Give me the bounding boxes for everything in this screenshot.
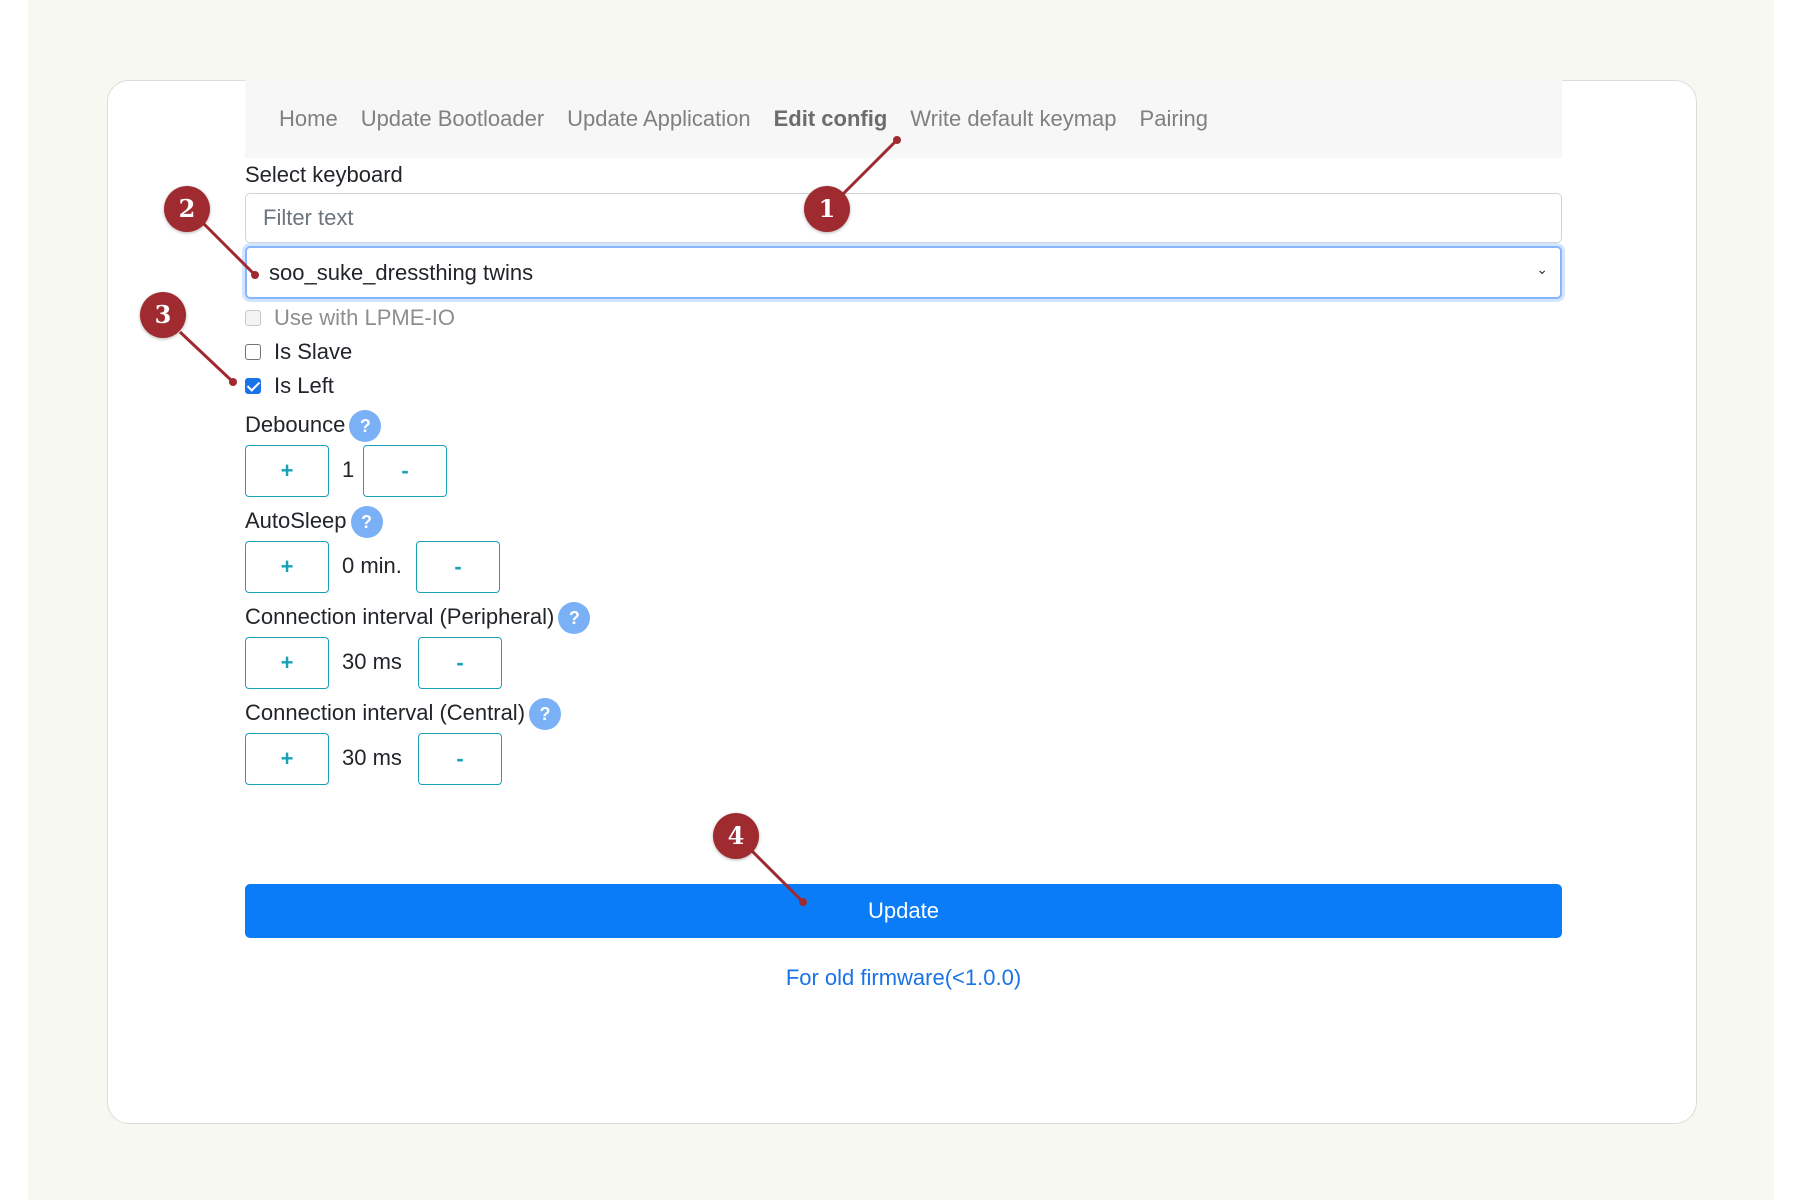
peripheral-interval-setting: Connection interval (Peripheral)? xyxy=(245,602,591,634)
annotation-badge-4: 4 xyxy=(713,813,759,859)
central-help-icon[interactable]: ? xyxy=(529,698,562,730)
slave-label: Is Slave xyxy=(274,339,353,364)
debounce-minus-button[interactable]: - xyxy=(363,445,447,497)
filter-input[interactable] xyxy=(245,193,1562,243)
slave-option[interactable]: Is Slave xyxy=(245,339,352,365)
debounce-setting: Debounce? xyxy=(245,410,382,442)
nav-home[interactable]: Home xyxy=(279,106,338,132)
old-firmware-link[interactable]: For old firmware(<1.0.0) xyxy=(0,965,1800,991)
central-value: 30 ms xyxy=(342,745,402,770)
nav-write-default-keymap[interactable]: Write default keymap xyxy=(910,106,1116,132)
left-label: Is Left xyxy=(274,373,334,398)
left-option[interactable]: Is Left xyxy=(245,373,334,399)
nav-pairing[interactable]: Pairing xyxy=(1140,106,1208,132)
annotation-badge-3: 3 xyxy=(140,292,186,338)
peripheral-help-icon[interactable]: ? xyxy=(558,602,591,634)
autosleep-label: AutoSleep xyxy=(245,507,347,533)
autosleep-value: 0 min. xyxy=(342,553,402,578)
nav-update-application[interactable]: Update Application xyxy=(567,106,750,132)
central-interval-label: Connection interval (Central) xyxy=(245,699,526,725)
keyboard-select-value: soo_suke_dressthing twins xyxy=(269,259,534,285)
lpme-label: Use with LPME-IO xyxy=(274,305,455,330)
lpme-option: Use with LPME-IO xyxy=(245,305,455,331)
peripheral-interval-label: Connection interval (Peripheral) xyxy=(245,603,555,629)
annotation-badge-1: 1 xyxy=(804,186,850,232)
central-plus-button[interactable]: + xyxy=(245,733,329,785)
central-interval-setting: Connection interval (Central)? xyxy=(245,698,562,730)
select-keyboard-label: Select keyboard xyxy=(245,162,403,187)
lpme-checkbox xyxy=(245,310,261,326)
peripheral-plus-button[interactable]: + xyxy=(245,637,329,689)
slave-checkbox[interactable] xyxy=(245,344,261,360)
chevron-down-icon: ⌄ xyxy=(1536,261,1548,277)
debounce-label: Debounce xyxy=(245,411,346,437)
autosleep-help-icon[interactable]: ? xyxy=(350,506,383,538)
update-button[interactable]: Update xyxy=(245,884,1562,938)
top-nav: Home Update Bootloader Update Applicatio… xyxy=(245,80,1562,158)
debounce-help-icon[interactable]: ? xyxy=(349,410,382,442)
autosleep-plus-button[interactable]: + xyxy=(245,541,329,593)
nav-update-bootloader[interactable]: Update Bootloader xyxy=(361,106,544,132)
keyboard-select[interactable]: soo_suke_dressthing twins ⌄ xyxy=(245,246,1562,299)
debounce-plus-button[interactable]: + xyxy=(245,445,329,497)
central-minus-button[interactable]: - xyxy=(418,733,502,785)
peripheral-minus-button[interactable]: - xyxy=(418,637,502,689)
debounce-value: 1 xyxy=(342,457,355,482)
autosleep-setting: AutoSleep? xyxy=(245,506,383,538)
peripheral-value: 30 ms xyxy=(342,649,402,674)
nav-edit-config[interactable]: Edit config xyxy=(774,106,888,132)
autosleep-minus-button[interactable]: - xyxy=(416,541,500,593)
left-checkbox[interactable] xyxy=(245,378,261,394)
annotation-badge-2: 2 xyxy=(164,186,210,232)
